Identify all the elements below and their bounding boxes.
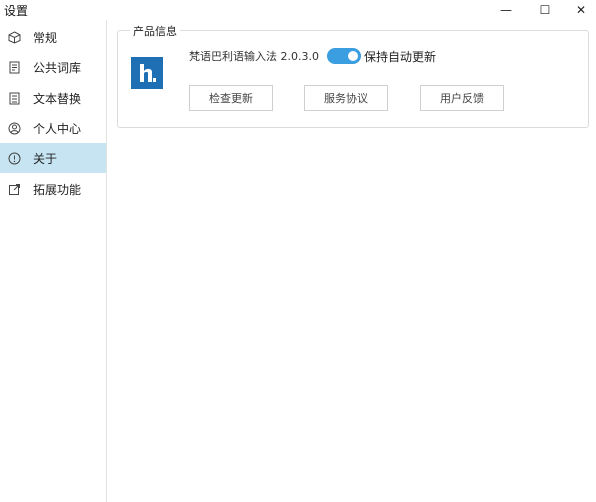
- main-panel: 产品信息 梵语巴利语输入法 2.0.3.0 保持自动更新 检查更新 服务协议 用…: [107, 20, 596, 502]
- sidebar-item-label: 关于: [33, 151, 58, 166]
- maximize-button[interactable]: ☐: [530, 0, 560, 20]
- info-icon: [8, 152, 21, 165]
- auto-update-toggle[interactable]: [327, 48, 361, 64]
- product-info-group: 产品信息 梵语巴利语输入法 2.0.3.0 保持自动更新 检查更新 服务协议 用…: [117, 23, 589, 128]
- sidebar-item-label: 拓展功能: [33, 182, 82, 197]
- document-icon: [8, 92, 21, 105]
- sidebar-item-label: 公共词库: [33, 60, 82, 75]
- sidebar-item-personal-center[interactable]: 个人中心: [0, 113, 106, 143]
- toggle-knob: [348, 51, 358, 61]
- group-title: 产品信息: [130, 23, 180, 39]
- minimize-button[interactable]: —: [491, 0, 521, 20]
- app-logo: [131, 57, 163, 89]
- sidebar-item-general[interactable]: 常规: [0, 22, 106, 52]
- cube-icon: [8, 30, 21, 44]
- close-button[interactable]: ✕: [566, 0, 596, 20]
- external-link-icon: [8, 183, 21, 196]
- user-icon: [8, 122, 21, 135]
- window-title: 设置: [4, 4, 29, 18]
- sidebar-item-extensions[interactable]: 拓展功能: [0, 174, 106, 204]
- sidebar-item-public-dictionary[interactable]: 公共词库: [0, 52, 106, 82]
- check-update-button[interactable]: 检查更新: [189, 85, 273, 111]
- product-name: 梵语巴利语输入法 2.0.3.0: [189, 50, 319, 63]
- sidebar: 常规 公共词库 文本替换 个人中心 关于 拓展功能: [0, 20, 107, 502]
- sidebar-item-text-replacement[interactable]: 文本替换: [0, 83, 106, 113]
- title-bar: 设置 — ☐ ✕: [0, 0, 596, 20]
- close-icon: ✕: [575, 3, 587, 17]
- service-agreement-button[interactable]: 服务协议: [304, 85, 388, 111]
- minimize-icon: —: [500, 3, 512, 17]
- feedback-button[interactable]: 用户反馈: [420, 85, 504, 111]
- sidebar-item-about[interactable]: 关于: [0, 143, 106, 173]
- sidebar-item-label: 个人中心: [33, 121, 82, 136]
- sidebar-item-label: 常规: [33, 30, 58, 45]
- book-icon: [8, 61, 21, 74]
- auto-update-label: 保持自动更新: [364, 50, 437, 64]
- sidebar-item-label: 文本替换: [33, 91, 82, 106]
- maximize-icon: ☐: [539, 3, 551, 17]
